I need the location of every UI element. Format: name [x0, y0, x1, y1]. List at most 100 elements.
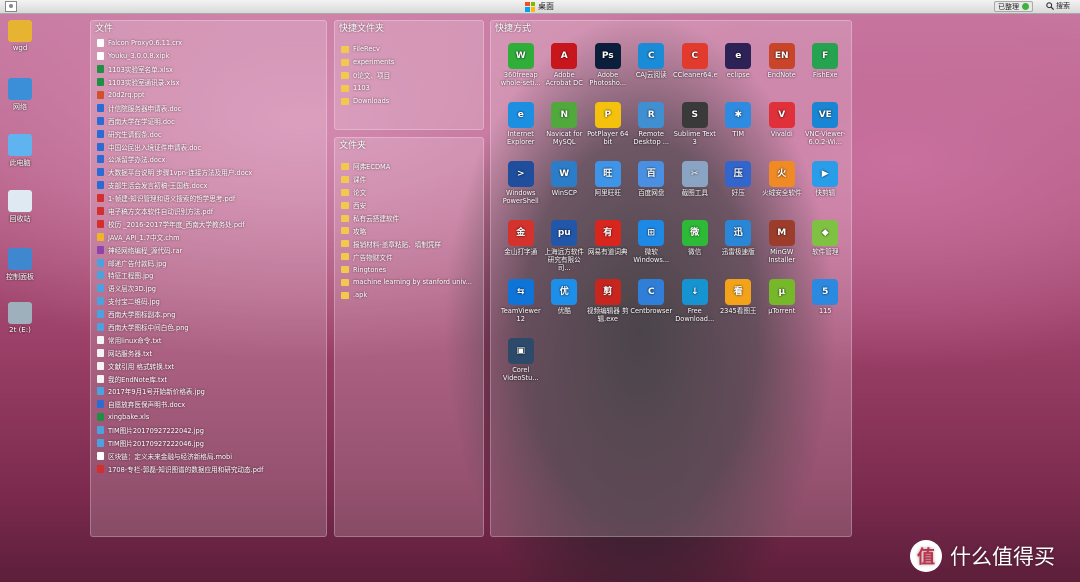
file-item[interactable]: 自愿放弃医保声明书.docx	[97, 398, 326, 411]
file-item[interactable]: 西南大学图标副本.png	[97, 308, 326, 321]
shortcut-item[interactable]: 有网易有道词典	[586, 218, 630, 272]
shortcut-item[interactable]: V Vivaldi	[760, 100, 804, 154]
desktop-switcher[interactable]: 桌面	[525, 1, 554, 12]
file-item[interactable]: 1103实验室名单.xlsx	[97, 63, 326, 76]
shortcut-item[interactable]: ▣ Corel VideoStu...	[499, 336, 543, 390]
file-item[interactable]: 大数据平台说明 步骤1vpn-连接方法及用户.docx	[97, 166, 326, 179]
user-icon[interactable]	[5, 1, 17, 12]
file-item[interactable]: 2017年9月1号开始新价格表.jpg	[97, 385, 326, 398]
file-item[interactable]: 中国公民出入境证件申请表.doc	[97, 140, 326, 153]
shortcut-item[interactable]: P PotPlayer 64 bit	[586, 100, 630, 154]
shortcut-item[interactable]: ◆ 软件管理	[804, 218, 848, 272]
folder-item[interactable]: 0论文、项目	[341, 69, 483, 82]
shortcut-item[interactable]: 旺阿里旺旺	[586, 159, 630, 213]
shortcut-item[interactable]: W WinSCP	[543, 159, 587, 213]
desktop-icon[interactable]: 控制面板	[2, 248, 38, 282]
folder-item[interactable]: 1103	[341, 82, 483, 95]
shortcut-item[interactable]: N Navicat for MySQL	[543, 100, 587, 154]
file-item[interactable]: 1-帧建-知识管理和语义搜索的哲学思考.pdf	[97, 192, 326, 205]
file-item[interactable]: 文献引用 格式转换.txt	[97, 359, 326, 372]
file-item[interactable]: 特征工程图.jpg	[97, 269, 326, 282]
file-item[interactable]: 神经网络编程_源代码.rar	[97, 243, 326, 256]
shortcut-item[interactable]: ⇆ TeamViewer 12	[499, 277, 543, 331]
desktop-icon[interactable]: wgd	[2, 20, 38, 52]
shortcut-item[interactable]: pu 上海远方软件研究有限公司...	[543, 218, 587, 272]
folder-item[interactable]: 攻略	[341, 224, 483, 237]
folder-item[interactable]: experiments	[341, 56, 483, 69]
folder-item[interactable]: 论文	[341, 186, 483, 199]
shortcut-item[interactable]: C CCleaner64.exe	[673, 41, 717, 95]
shortcut-item[interactable]: W 360freeap whole-seti...	[499, 41, 543, 95]
shortcut-item[interactable]: 剪视频编辑器 剪辑.exe	[586, 277, 630, 331]
shortcut-item[interactable]: 5 115	[804, 277, 848, 331]
file-item[interactable]: JAVA_API_1.7中文.chm	[97, 230, 326, 243]
file-item[interactable]: TIM图片20170927222042.jpg	[97, 424, 326, 437]
folder-item[interactable]: 私有云搭建软件	[341, 212, 483, 225]
shortcut-item[interactable]: 看 2345看图王	[717, 277, 761, 331]
organized-status-button[interactable]: 已整理	[994, 1, 1033, 12]
shortcut-item[interactable]: ✱ TIM	[717, 100, 761, 154]
file-item[interactable]: 20d2rq.ppt	[97, 89, 326, 102]
file-item[interactable]: 邮递广告付款码.jpg	[97, 256, 326, 269]
desktop-icon[interactable]: 网络	[2, 78, 38, 112]
shortcut-item[interactable]: ↓ Free Download...	[673, 277, 717, 331]
shortcut-item[interactable]: 微微信	[673, 218, 717, 272]
shortcut-item[interactable]: µ µTorrent	[760, 277, 804, 331]
shortcut-item[interactable]: VE VNC-Viewer-6.0.2-Wi...	[804, 100, 848, 154]
file-item[interactable]: 语义层次3D.jpg	[97, 282, 326, 295]
file-item[interactable]: 1103实验室通讯录.xlsx	[97, 76, 326, 89]
folder-item[interactable]: .apk	[341, 289, 483, 302]
desktop-icon[interactable]: 此电脑	[2, 134, 38, 168]
file-item[interactable]: 校历 _2016-2017学年度_西南大学教务处.pdf	[97, 217, 326, 230]
file-item[interactable]: 常用linux命令.txt	[97, 333, 326, 346]
shortcut-item[interactable]: M MinGW Installer	[760, 218, 804, 272]
file-item[interactable]: 支付宝二维码.jpg	[97, 295, 326, 308]
shortcut-item[interactable]: ⊞ 微软 Windows...	[630, 218, 674, 272]
shortcut-item[interactable]: e eclipse	[717, 41, 761, 95]
shortcut-item[interactable]: EN EndNote	[760, 41, 804, 95]
shortcut-item[interactable]: A Adobe Acrobat DC	[543, 41, 587, 95]
search-button[interactable]: 搜索	[1046, 1, 1070, 11]
desktop-icon[interactable]: 回收站	[2, 190, 38, 224]
shortcut-item[interactable]: 金金山打字通	[499, 218, 543, 272]
folder-item[interactable]: 课件	[341, 173, 483, 186]
shortcut-item[interactable]: e Internet Explorer	[499, 100, 543, 154]
file-item[interactable]: 研究生请假条.doc	[97, 127, 326, 140]
file-item[interactable]: xingbake.xls	[97, 411, 326, 424]
folder-item[interactable]: 报销材料-盖章粘贴、填制凭样	[341, 237, 483, 250]
file-item[interactable]: 1708-专栏-郭磊-知识图谱的数据应用和研究动态.pdf	[97, 462, 326, 475]
folder-item[interactable]: Downloads	[341, 95, 483, 108]
folder-item[interactable]: Ringtones	[341, 263, 483, 276]
file-item[interactable]: Youku_3.0.0.8.xipk	[97, 50, 326, 63]
file-item[interactable]: 区块链：定义未来金融与经济新格局.mobi	[97, 450, 326, 463]
shortcut-item[interactable]: 优优酷	[543, 277, 587, 331]
folder-item[interactable]: machine learning by stanford univ...	[341, 276, 483, 289]
file-item[interactable]: 计信院服务器申请表.doc	[97, 101, 326, 114]
file-item[interactable]: 电子稿方文本软件自动识别方法.pdf	[97, 205, 326, 218]
file-item[interactable]: 公派留学办法.docx	[97, 153, 326, 166]
shortcut-item[interactable]: C Centbrowser	[630, 277, 674, 331]
shortcut-item[interactable]: C CAJ云阅读	[630, 41, 674, 95]
shortcut-item[interactable]: 百百度网盘	[630, 159, 674, 213]
shortcut-item[interactable]: S Sublime Text 3	[673, 100, 717, 154]
shortcut-item[interactable]: > Windows PowerShell	[499, 159, 543, 213]
file-item[interactable]: TIM图片20170927222046.jpg	[97, 437, 326, 450]
shortcut-item[interactable]: R Remote Desktop ...	[630, 100, 674, 154]
file-item[interactable]: 西南大学在学证明.doc	[97, 114, 326, 127]
file-item[interactable]: 西南大学图标中间白色.png	[97, 321, 326, 334]
file-item[interactable]: 网站服务器.txt	[97, 346, 326, 359]
folder-item[interactable]: 西安	[341, 199, 483, 212]
file-item[interactable]: Falcon Proxy0.6.11.crx	[97, 37, 326, 50]
shortcut-item[interactable]: F FishExe	[804, 41, 848, 95]
folder-item[interactable]: FileRecv	[341, 43, 483, 56]
file-item[interactable]: 我的EndNote库.txt	[97, 372, 326, 385]
folder-item[interactable]: 广告物财文件	[341, 250, 483, 263]
desktop-icon[interactable]: 2t (E:)	[2, 302, 38, 334]
shortcut-item[interactable]: ▶ 快剪辑	[804, 159, 848, 213]
folder-item[interactable]: 阿弗ECDMA	[341, 160, 483, 173]
shortcut-item[interactable]: ✂ 截图工具	[673, 159, 717, 213]
shortcut-item[interactable]: 迅迅雷极速版	[717, 218, 761, 272]
shortcut-item[interactable]: 压好压	[717, 159, 761, 213]
shortcut-item[interactable]: 火火绒安全软件	[760, 159, 804, 213]
shortcut-item[interactable]: Ps Adobe Photosho...	[586, 41, 630, 95]
